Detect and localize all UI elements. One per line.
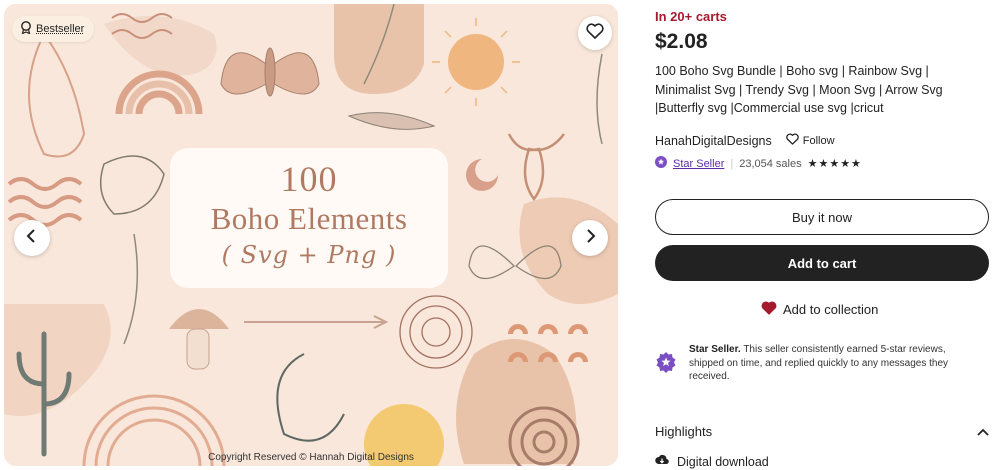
image-copyright: Copyright Reserved © Hannah Digital Desi… (208, 452, 414, 463)
highlights-toggle[interactable]: Highlights (655, 424, 989, 439)
previous-image-button[interactable] (14, 220, 50, 256)
chevron-up-icon (977, 424, 989, 439)
next-image-button[interactable] (572, 220, 608, 256)
add-to-collection-button[interactable]: Add to collection (761, 301, 878, 318)
digital-download-item: Digital download (655, 453, 769, 470)
download-icon (655, 453, 669, 470)
follow-label: Follow (802, 134, 835, 147)
product-image[interactable]: Bestseller 100 Boho Elements ( Svg + Png… (4, 4, 618, 466)
star-seller-badge-icon (655, 351, 677, 384)
sales-count: 23,054 sales (739, 157, 802, 170)
buy-it-now-button[interactable]: Buy it now (655, 199, 989, 235)
divider: | (730, 157, 734, 170)
heart-outline-icon (586, 22, 604, 44)
digital-download-label: Digital download (677, 454, 769, 469)
bestseller-badge: Bestseller (12, 16, 95, 42)
image-subtitle: ( Svg + Png ) (221, 241, 397, 269)
bestseller-label: Bestseller (36, 23, 85, 35)
image-title-card: 100 Boho Elements ( Svg + Png ) (170, 148, 448, 288)
heart-outline-icon (785, 133, 799, 148)
shop-rating-row: Star Seller | 23,054 sales ★★★★★ (655, 156, 862, 171)
award-icon (20, 21, 32, 37)
star-seller-badge-icon (655, 156, 667, 171)
shop-name-link[interactable]: HanahDigitalDesigns (655, 134, 772, 148)
shop-row: HanahDigitalDesigns Follow (655, 133, 835, 148)
chevron-left-icon (26, 228, 38, 248)
shop-rating-stars[interactable]: ★★★★★ (808, 157, 862, 170)
star-seller-description: Star Seller. This seller consistently ea… (689, 343, 981, 384)
chevron-right-icon (584, 228, 596, 248)
in-carts-notice: In 20+ carts (655, 9, 727, 24)
product-title: 100 Boho Svg Bundle | Boho svg | Rainbow… (655, 64, 943, 115)
product-price: $2.08 (655, 30, 708, 53)
add-to-cart-button[interactable]: Add to cart (655, 245, 989, 281)
star-seller-info: Star Seller. This seller consistently ea… (655, 343, 990, 384)
star-seller-heading: Star Seller. (689, 344, 741, 355)
image-number: 100 (280, 159, 338, 199)
follow-shop-button[interactable]: Follow (785, 133, 835, 148)
add-to-collection-label: Add to collection (783, 302, 879, 317)
product-info-panel: In 20+ carts $2.08 100 Boho Svg Bundle |… (655, 0, 990, 470)
star-seller-link[interactable]: Star Seller (673, 158, 724, 170)
highlights-label: Highlights (655, 424, 713, 439)
image-title: Boho Elements (210, 201, 408, 236)
favorite-button[interactable] (578, 16, 612, 50)
heart-filled-icon (761, 301, 777, 318)
